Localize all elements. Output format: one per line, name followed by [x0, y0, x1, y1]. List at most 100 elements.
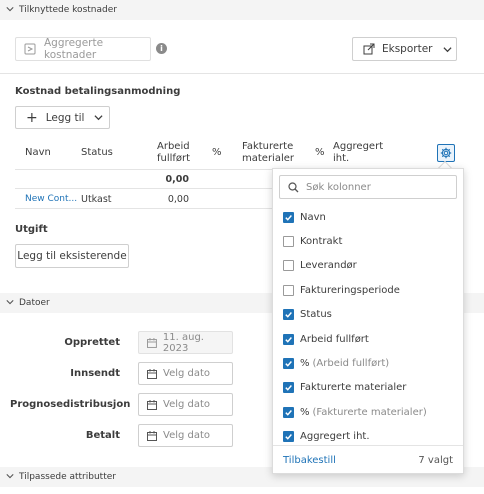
aggregate-costs-button[interactable]: Aggregerte kostnader — [15, 37, 151, 61]
reset-link[interactable]: Tilbakestill — [283, 455, 336, 466]
column-header-status[interactable]: Status — [81, 147, 113, 159]
forecast-date-placeholder: Velg dato — [163, 399, 211, 410]
column-header-percent-invoiced[interactable]: % — [315, 147, 325, 159]
column-option-suffix: (Arbeid fullført) — [312, 357, 390, 369]
add-existing-button[interactable]: Legg til eksisterende — [15, 244, 129, 268]
column-header-work-line2: fullført — [157, 153, 191, 164]
export-icon — [363, 43, 375, 55]
column-option[interactable]: Kontrakt — [283, 233, 342, 249]
submitted-date-placeholder: Velg dato — [163, 368, 211, 379]
column-option[interactable]: Status — [283, 307, 332, 323]
row-name-link[interactable]: New Cont... — [25, 194, 77, 204]
row-status: Utkast — [81, 194, 112, 205]
related-costs-title: Tilknyttede kostnader — [19, 5, 117, 15]
column-header-invoiced-line1: Fakturerte — [242, 141, 294, 152]
check-icon — [285, 312, 292, 318]
search-columns-placeholder: Søk kolonner — [306, 181, 371, 193]
column-picker-popup: Søk kolonner Navn Kontrakt Leverandør Faktu… — [272, 168, 464, 474]
divider — [15, 208, 272, 209]
column-option-label: Leverandør — [300, 260, 357, 272]
check-icon — [285, 360, 292, 367]
popup-footer: Tilbakestill 7 valgt — [273, 445, 463, 474]
check-icon — [285, 409, 292, 416]
created-label: Opprettet — [64, 337, 120, 348]
search-columns-input[interactable]: Søk kolonner — [279, 175, 457, 199]
checkbox-unchecked[interactable] — [283, 260, 294, 272]
column-header-name[interactable]: Navn — [25, 147, 51, 159]
checkbox-checked[interactable] — [283, 309, 294, 321]
column-option[interactable]: % (Fakturerte materialer) — [283, 404, 427, 420]
chevron-down-icon — [4, 472, 16, 483]
chevron-down-icon — [4, 298, 16, 309]
dates-title: Datoer — [19, 298, 50, 308]
checkbox-unchecked[interactable] — [283, 235, 294, 247]
check-icon — [285, 214, 292, 221]
row-work-value: 0,00 — [167, 194, 189, 205]
paid-label: Betalt — [85, 430, 120, 441]
created-date-field: 11. aug. 2023 — [138, 331, 233, 354]
custom-attributes-title: Tilpassede attributter — [19, 472, 116, 482]
column-header-aggregated[interactable]: Aggregert iht. — [333, 141, 383, 165]
forecast-label: Prognosedistribusjon — [10, 399, 131, 410]
column-option-label: Navn — [300, 211, 326, 223]
search-icon — [288, 181, 299, 192]
column-option-label: Kontrakt — [300, 235, 343, 247]
related-costs-header[interactable]: Tilknyttede kostnader — [0, 0, 484, 20]
check-icon — [285, 385, 292, 392]
paid-date-placeholder: Velg dato — [163, 430, 211, 441]
column-option[interactable]: Navn — [283, 209, 326, 225]
divider — [15, 188, 272, 189]
divider — [15, 169, 272, 170]
calendar-icon — [147, 368, 157, 379]
export-label: Eksporter — [382, 43, 433, 55]
checkbox-unchecked[interactable] — [283, 284, 294, 296]
created-date-value: 11. aug. 2023 — [162, 331, 204, 354]
cost-payment-title: Kostnad betalingsanmodning — [15, 86, 181, 97]
export-button[interactable]: Eksporter — [352, 37, 457, 61]
column-header-percent-work[interactable]: % — [212, 147, 222, 159]
column-header-invoiced[interactable]: Fakturerte materialer — [242, 141, 294, 165]
chevron-down-icon — [442, 45, 452, 54]
column-option-label: Arbeid fullført — [300, 333, 369, 345]
chevron-down-icon — [4, 5, 16, 16]
checkbox-checked[interactable] — [283, 431, 294, 443]
calendar-icon — [147, 399, 157, 410]
column-option[interactable]: % (Arbeid fullført) — [283, 355, 389, 371]
column-header-work-done[interactable]: Arbeid fullført — [157, 141, 191, 165]
column-option[interactable]: Arbeid fullført — [283, 331, 369, 347]
add-label: Legg til — [45, 111, 85, 124]
check-icon — [285, 336, 292, 343]
column-option[interactable]: Aggregert iht. — [283, 429, 370, 445]
column-option-label: % — [300, 406, 310, 418]
checkbox-checked[interactable] — [283, 406, 294, 418]
column-option-label: Status — [300, 309, 332, 321]
add-button[interactable]: + Legg til — [15, 106, 110, 129]
forecast-date-field[interactable]: Velg dato — [138, 393, 233, 416]
submitted-date-field[interactable]: Velg dato — [138, 362, 233, 385]
column-option-label: Aggregert iht. — [300, 431, 370, 443]
column-option[interactable]: Leverandør — [283, 258, 357, 274]
total-work-value: 0,00 — [165, 174, 189, 185]
column-option[interactable]: Faktureringsperiode — [283, 282, 400, 298]
plus-icon: + — [26, 109, 38, 126]
divider — [0, 73, 484, 74]
paid-date-field[interactable]: Velg dato — [138, 424, 233, 447]
column-header-aggregated-line2: iht. — [333, 153, 350, 164]
column-header-aggregated-line1: Aggregert — [333, 141, 384, 152]
calendar-icon — [147, 430, 157, 441]
checkbox-checked[interactable] — [283, 357, 294, 369]
checkbox-checked[interactable] — [283, 333, 294, 345]
expense-title: Utgift — [15, 224, 48, 235]
column-option[interactable]: Fakturerte materialer — [283, 380, 406, 396]
checkbox-checked[interactable] — [283, 382, 294, 394]
info-icon[interactable]: i — [156, 43, 167, 54]
column-option-label: % — [300, 357, 310, 369]
calendar-icon — [147, 337, 157, 348]
column-option-suffix: (Fakturerte materialer) — [312, 406, 427, 418]
check-icon — [285, 434, 292, 440]
column-option-label: Faktureringsperiode — [300, 284, 400, 296]
column-settings-button[interactable] — [437, 144, 455, 162]
selected-count: 7 valgt — [418, 454, 453, 466]
checkbox-checked[interactable] — [283, 211, 294, 223]
aggregate-icon — [24, 43, 36, 55]
